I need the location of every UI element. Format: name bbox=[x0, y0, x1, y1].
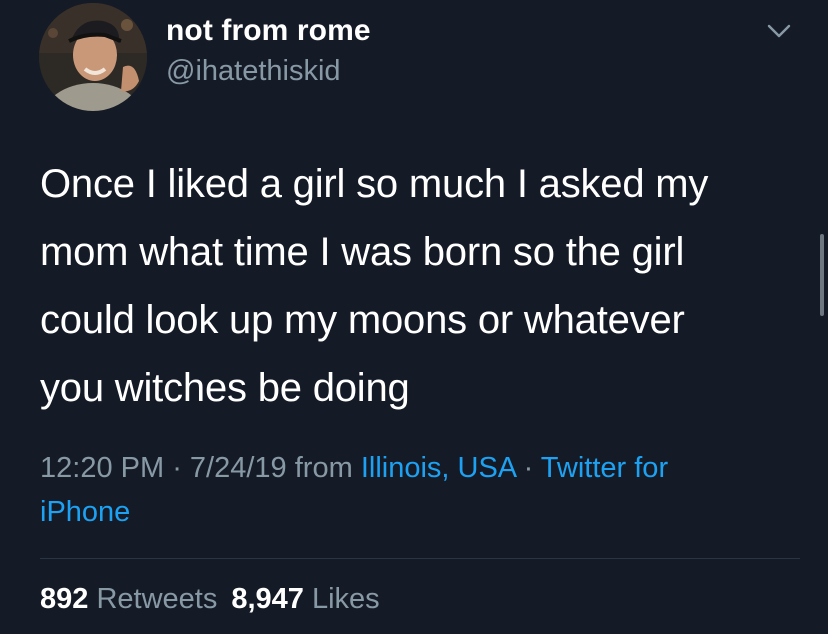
separator: · bbox=[515, 452, 541, 484]
tweet-text-line: Once I liked a girl so much I asked my bbox=[40, 162, 709, 206]
likes-label: Likes bbox=[311, 583, 380, 615]
likes-count: 8,947 bbox=[231, 583, 304, 615]
source-link-part-2[interactable]: iPhone bbox=[40, 496, 130, 528]
from-text: from bbox=[286, 452, 361, 484]
separator: · bbox=[164, 452, 190, 484]
tweet-time[interactable]: 12:20 PM bbox=[40, 452, 164, 484]
retweets-stat[interactable]: 892 Retweets bbox=[40, 583, 217, 615]
avatar[interactable] bbox=[39, 3, 147, 111]
metadata-line-1: 12:20 PM · 7/24/19 from Illinois, USA · … bbox=[40, 446, 800, 490]
divider bbox=[40, 558, 800, 559]
retweets-count: 892 bbox=[40, 583, 89, 615]
location-link[interactable]: Illinois, USA bbox=[361, 452, 516, 484]
tweet-stats: 892 Retweets 8,947 Likes bbox=[40, 583, 380, 616]
tweet-text: Once I liked a girl so much I asked my m… bbox=[40, 150, 800, 422]
chevron-down-icon[interactable] bbox=[766, 22, 792, 40]
tweet-text-line: you witches be doing bbox=[40, 366, 410, 410]
metadata-line-2: iPhone bbox=[40, 490, 800, 534]
scrollbar[interactable] bbox=[820, 234, 824, 316]
tweet-metadata: 12:20 PM · 7/24/19 from Illinois, USA · … bbox=[40, 446, 800, 534]
source-link-part-1[interactable]: Twitter for bbox=[541, 452, 668, 484]
tweet-date[interactable]: 7/24/19 bbox=[190, 452, 287, 484]
likes-stat[interactable]: 8,947 Likes bbox=[231, 583, 379, 615]
tweet-card: not from rome @ihatethiskid Once I liked… bbox=[0, 0, 828, 634]
display-name[interactable]: not from rome bbox=[166, 14, 371, 48]
retweets-label: Retweets bbox=[96, 583, 218, 615]
user-handle[interactable]: @ihatethiskid bbox=[166, 55, 341, 88]
avatar-image bbox=[39, 3, 147, 111]
tweet-text-line: could look up my moons or whatever bbox=[40, 298, 685, 342]
tweet-text-line: mom what time I was born so the girl bbox=[40, 230, 685, 274]
